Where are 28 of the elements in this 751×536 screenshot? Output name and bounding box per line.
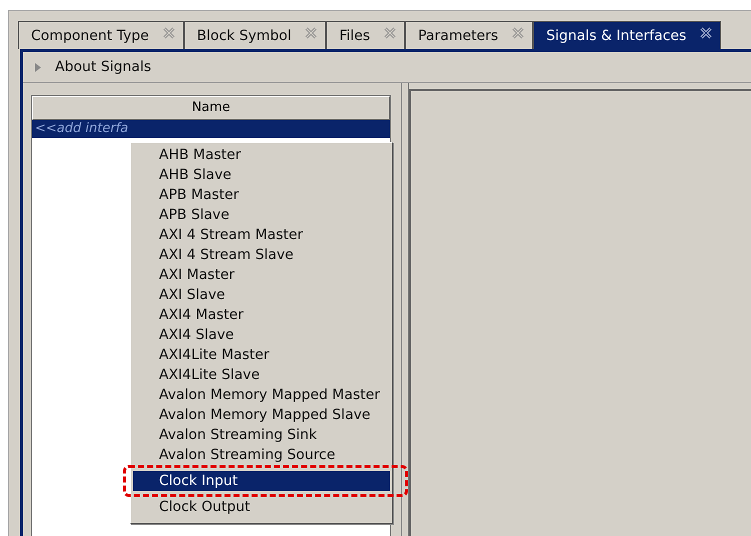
table-row[interactable]: <<add interfa [32,120,390,138]
menu-item[interactable]: AXI Master [133,265,390,285]
menu-item[interactable]: AXI 4 Stream Master [133,225,390,245]
tab[interactable]: Component Type [18,21,184,49]
tab[interactable]: Files [326,21,406,49]
menu-item[interactable]: AHB Master [133,145,390,165]
expand-icon[interactable] [35,62,41,72]
menu-item[interactable]: AXI4 Master [133,305,390,325]
menu-item[interactable]: AXI4 Slave [133,325,390,345]
menu-item[interactable]: Avalon Streaming Sink [133,425,390,445]
menu-item[interactable]: Avalon Memory Mapped Master [133,385,390,405]
menu-item[interactable]: Avalon Streaming Source [133,445,390,465]
menu-item[interactable]: Clock Output [133,497,390,517]
close-icon[interactable] [700,26,712,38]
tab[interactable]: Signals & Interfaces [533,21,722,49]
menu-item[interactable]: APB Master [133,185,390,205]
menu-item[interactable]: APB Slave [133,205,390,225]
section-title[interactable]: About Signals [55,59,152,75]
column-header[interactable]: Name [32,96,390,120]
menu-item[interactable]: AXI4Lite Master [133,345,390,365]
menu-item[interactable]: AHB Slave [133,165,390,185]
menu-item[interactable]: AXI 4 Stream Slave [133,245,390,265]
menu-item[interactable]: AXI Slave [133,285,390,305]
menu-item[interactable]: AXI4Lite Slave [133,365,390,385]
menu-item[interactable]: Clock Input [133,471,390,491]
tab[interactable]: Block Symbol [184,21,326,49]
menu-item[interactable]: Avalon Memory Mapped Slave [133,405,390,425]
tab[interactable]: Parameters [405,21,534,49]
